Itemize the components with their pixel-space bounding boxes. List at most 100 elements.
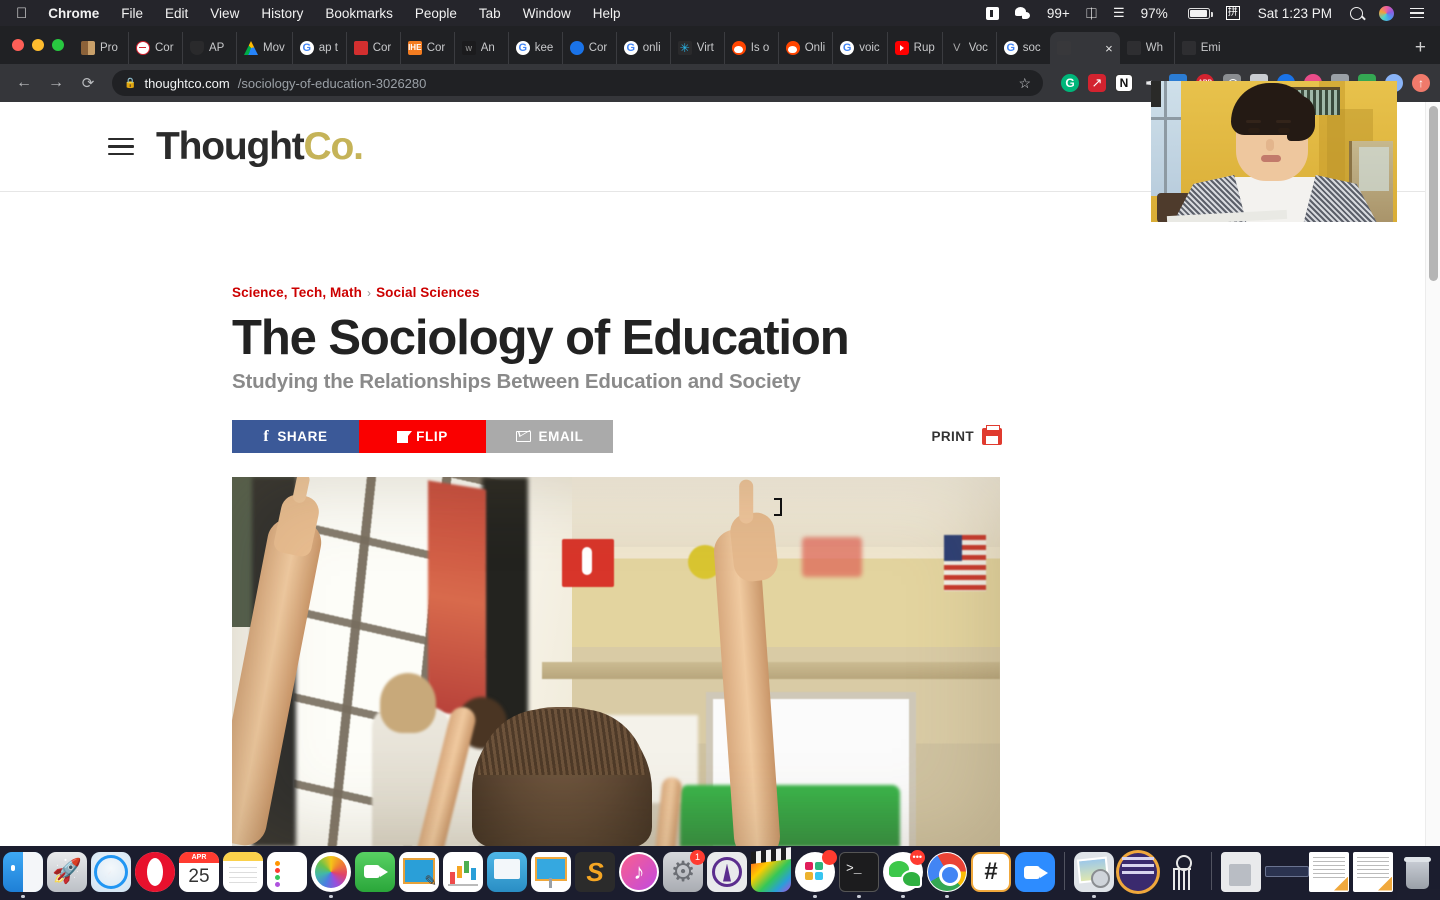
grammarly-extension-icon[interactable] <box>1061 74 1079 92</box>
browser-tab-9[interactable]: Cor <box>561 32 616 64</box>
dock-item-stacked-files[interactable] <box>1263 846 1309 898</box>
dock-item-notability[interactable] <box>969 846 1013 898</box>
dock-item-notes[interactable] <box>221 846 265 898</box>
menu-file[interactable]: File <box>110 6 154 21</box>
wechat-status-icon[interactable] <box>1007 6 1039 20</box>
browser-tab-13[interactable]: Onli <box>777 32 832 64</box>
flag-status-icon[interactable] <box>978 6 1007 20</box>
browser-tab-4[interactable]: ap t <box>291 32 346 64</box>
control-center-icon[interactable] <box>1402 5 1432 22</box>
browser-tab-20[interactable]: Emi <box>1173 32 1228 64</box>
dock-item-finder[interactable] <box>1 846 45 898</box>
dock-item-numbers[interactable] <box>441 846 485 898</box>
forward-button[interactable]: → <box>42 74 70 92</box>
dock-item-system-preferences[interactable]: 1 <box>661 846 705 898</box>
menu-edit[interactable]: Edit <box>154 6 199 21</box>
menu-bookmarks[interactable]: Bookmarks <box>314 6 404 21</box>
reload-button[interactable]: ⟳ <box>74 74 102 92</box>
browser-tab-3[interactable]: Mov <box>236 32 292 64</box>
browser-tab-10[interactable]: onli <box>615 32 670 64</box>
dock-item-terminal[interactable] <box>837 846 881 898</box>
dock-item-calendar[interactable] <box>177 846 221 898</box>
apple-menu-icon[interactable]:  <box>8 6 37 21</box>
browser-tab-7[interactable]: w An <box>453 32 508 64</box>
share-email-button[interactable]: EMAIL <box>486 420 613 454</box>
browser-tab-6[interactable]: IHE Cor <box>399 32 454 64</box>
hamburger-menu-icon[interactable] <box>108 133 134 161</box>
dock-item-anaconda-navigator[interactable] <box>705 846 749 898</box>
menu-help[interactable]: Help <box>582 6 632 21</box>
browser-tab-11[interactable]: Virt <box>669 32 724 64</box>
dock-item-document-2[interactable] <box>1351 846 1395 898</box>
dock-item-launchpad[interactable] <box>45 846 89 898</box>
page-scrollbar-thumb[interactable] <box>1429 106 1438 281</box>
battery-icon[interactable] <box>1176 7 1218 19</box>
menu-tab[interactable]: Tab <box>468 6 512 21</box>
dock-item-zoom[interactable] <box>1013 846 1057 898</box>
print-button[interactable]: PRINT <box>932 425 1002 446</box>
wifi-icon[interactable]: ☰ <box>1105 5 1133 21</box>
minimize-window-button[interactable] <box>32 39 44 51</box>
browser-tab-8[interactable]: kee <box>507 32 562 64</box>
browser-tab-15[interactable]: Rup <box>886 32 942 64</box>
browser-tab-1[interactable]: Cor <box>128 32 182 64</box>
siri-icon[interactable] <box>1371 5 1402 21</box>
dock-item-keynote[interactable] <box>397 846 441 898</box>
dock-item-photos[interactable] <box>309 846 353 898</box>
browser-tab-16[interactable]: V Voc <box>941 32 996 64</box>
dock-item-xcode-instruments[interactable] <box>1160 846 1204 898</box>
tab-close-icon[interactable]: × <box>1101 42 1113 55</box>
menu-window[interactable]: Window <box>512 6 582 21</box>
dock-item-reminders[interactable] <box>265 846 309 898</box>
menu-view[interactable]: View <box>199 6 250 21</box>
dock-item-sublime-text[interactable] <box>573 846 617 898</box>
new-tab-button[interactable]: + <box>1401 32 1440 64</box>
address-bar[interactable]: 🔒 thoughtco.com/sociology-of-education-3… <box>112 70 1043 96</box>
pocket-extension-icon[interactable] <box>1088 74 1106 92</box>
page-title: The Sociology of Education <box>232 311 850 365</box>
share-flipboard-button[interactable]: FLIP <box>359 420 486 454</box>
browser-tab-12[interactable]: Is o <box>723 32 778 64</box>
breadcrumb-item-science-tech-math[interactable]: Science, Tech, Math <box>232 285 362 300</box>
dock-item-facetime[interactable] <box>353 846 397 898</box>
menu-bar-clock[interactable]: Sat 1:23 PM <box>1248 6 1342 21</box>
webcam-overlay[interactable] <box>1151 81 1397 222</box>
spotlight-search-icon[interactable] <box>1342 6 1371 20</box>
browser-tab-0[interactable]: Pro <box>74 32 128 64</box>
dock-item-wechat[interactable]: ••• <box>881 846 925 898</box>
menu-history[interactable]: History <box>250 6 314 21</box>
dock-item-keynote-2[interactable] <box>529 846 573 898</box>
browser-tab-5[interactable]: Cor <box>345 32 400 64</box>
bluetooth-icon[interactable]: ⎅ <box>1078 5 1105 22</box>
bookmark-star-icon[interactable]: ☆ <box>1018 75 1031 92</box>
browser-tab-active[interactable]: × <box>1049 32 1120 64</box>
dock-item-final-cut-pro[interactable] <box>749 846 793 898</box>
back-button[interactable]: ← <box>10 74 38 92</box>
zoom-window-button[interactable] <box>52 39 64 51</box>
dock-item-google-chrome[interactable] <box>925 846 969 898</box>
menu-people[interactable]: People <box>404 6 468 21</box>
close-window-button[interactable] <box>12 39 24 51</box>
page-scrollbar[interactable] <box>1425 102 1440 846</box>
share-facebook-button[interactable]: f SHARE <box>232 420 359 454</box>
dock-item-itunes[interactable] <box>617 846 661 898</box>
dock-item-eclipse[interactable] <box>1116 846 1160 898</box>
site-logo[interactable]: ThoughtCo. <box>156 127 364 166</box>
dock-item-preview[interactable] <box>485 846 529 898</box>
profile-avatar[interactable] <box>1412 74 1430 92</box>
dock-item-slack[interactable] <box>793 846 837 898</box>
dock-item-opera[interactable] <box>133 846 177 898</box>
breadcrumb-item-social-sciences[interactable]: Social Sciences <box>376 285 480 300</box>
dock-item-image-capture[interactable] <box>1072 846 1116 898</box>
notion-extension-icon[interactable] <box>1115 74 1133 92</box>
browser-tab-19[interactable]: Wh <box>1120 32 1174 64</box>
browser-tab-14[interactable]: voic <box>832 32 886 64</box>
dock-item-trash[interactable] <box>1395 846 1439 898</box>
browser-tab-17[interactable]: soc <box>995 32 1050 64</box>
dock-item-document-1[interactable] <box>1307 846 1351 898</box>
dock-item-downloads-folder[interactable] <box>1219 846 1263 898</box>
menu-chrome[interactable]: Chrome <box>37 6 110 21</box>
browser-tab-2[interactable]: AP <box>182 32 236 64</box>
input-method-icon[interactable]: 拼 <box>1218 6 1248 20</box>
dock-item-safari[interactable] <box>89 846 133 898</box>
